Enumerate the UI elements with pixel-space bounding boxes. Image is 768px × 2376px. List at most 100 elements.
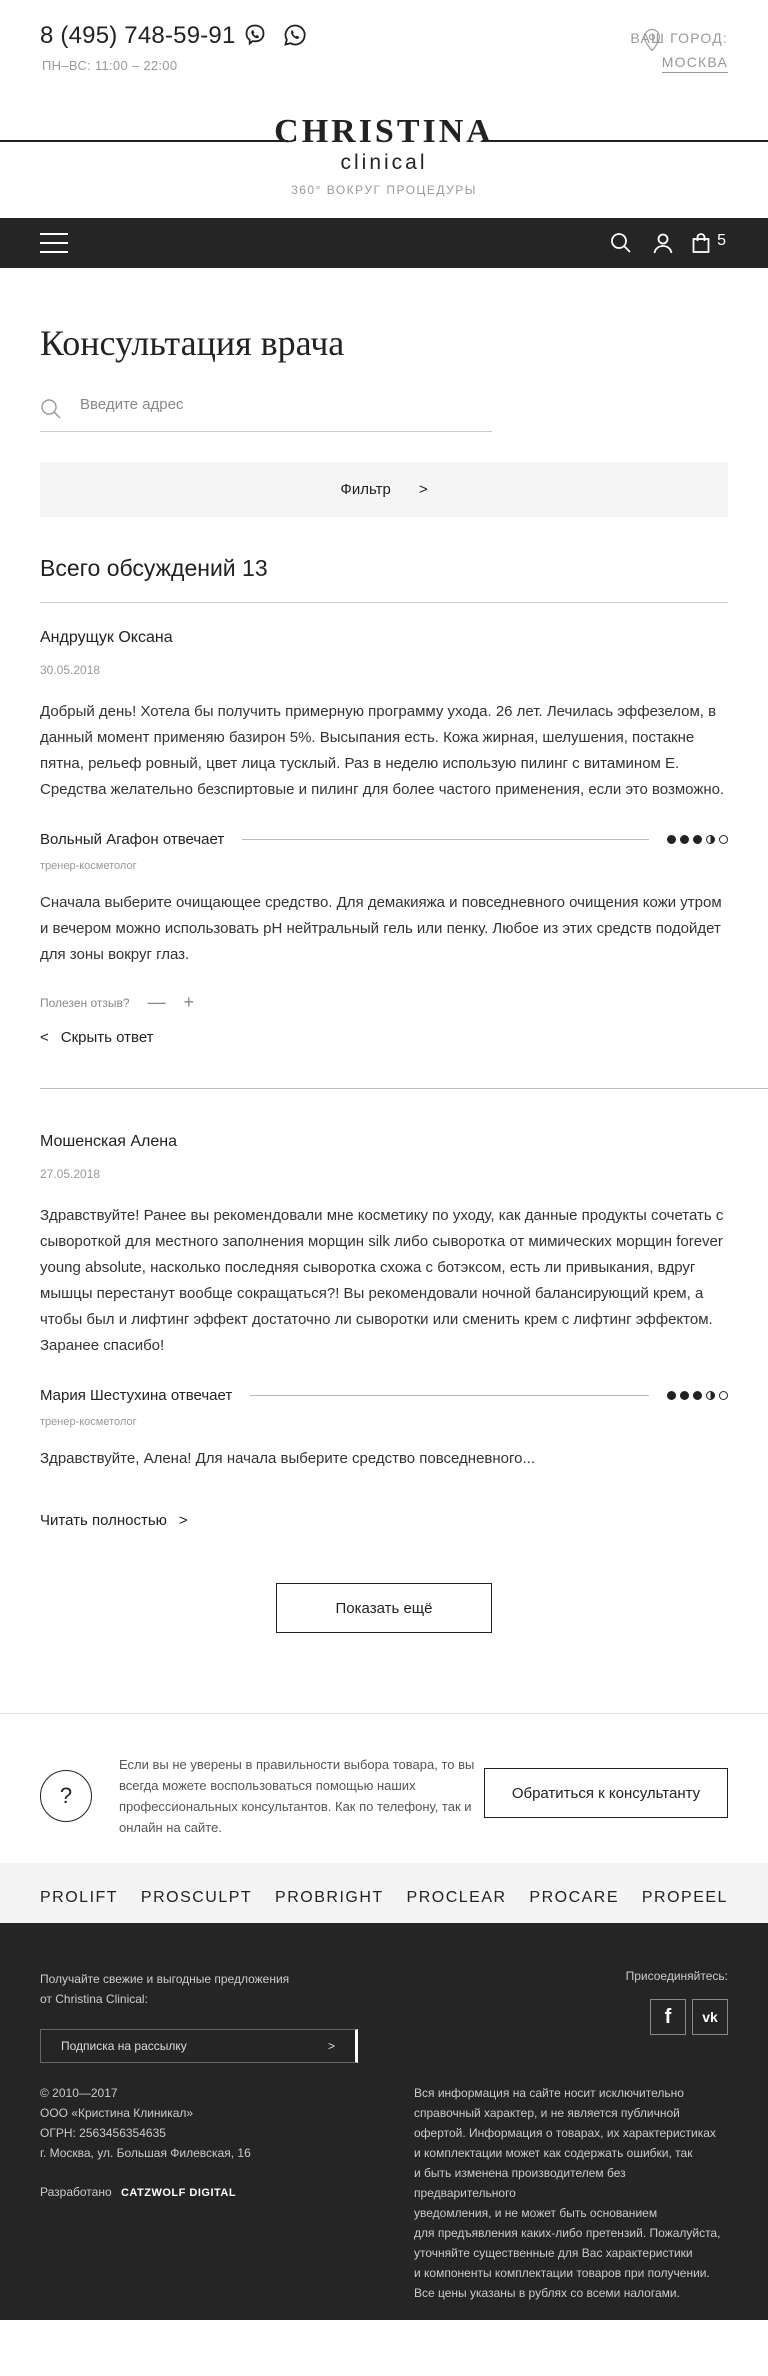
- brand-link[interactable]: PROBRIGHT: [275, 1889, 384, 1907]
- divider: [242, 839, 649, 840]
- read-more-link[interactable]: Читать полностью >: [40, 1512, 728, 1529]
- read-more-label: Читать полностью: [40, 1512, 167, 1529]
- legal-line: для предъявления каких-либо претензий. П…: [414, 2226, 721, 2240]
- search-icon[interactable]: [610, 232, 632, 254]
- rating-dot-full: [693, 1391, 702, 1400]
- whatsapp-icon[interactable]: [283, 23, 307, 47]
- contact-consultant-button[interactable]: Обратиться к консультанту: [484, 1768, 728, 1818]
- site-footer: Получайте свежие и выгодные предложения …: [0, 1923, 768, 2320]
- rating-dot-full: [680, 1391, 689, 1400]
- chevron-right-icon: >: [418, 481, 428, 498]
- hide-answer-label: Скрыть ответ: [60, 1029, 154, 1046]
- phone-number[interactable]: 8 (495) 748-59-91: [40, 22, 236, 50]
- chevron-left-icon: <: [40, 1029, 49, 1046]
- brand-link[interactable]: PROCARE: [529, 1889, 619, 1907]
- logo-tagline: 360° ВОКРУГ ПРОЦЕДУРЫ: [291, 183, 477, 197]
- answerer-role: тренер-косметолог: [40, 860, 137, 872]
- legal-line: Вся информация на сайте носит исключител…: [414, 2086, 684, 2100]
- newsletter-line: от Christina Clinical:: [40, 1992, 148, 2006]
- chevron-right-icon: >: [178, 1512, 188, 1529]
- rating-dot-empty: [719, 1391, 728, 1400]
- question-text: Добрый день! Хотела бы получить примерну…: [40, 703, 725, 798]
- answerer-role: тренер-косметолог: [40, 1416, 137, 1428]
- rating-dot-full: [667, 1391, 676, 1400]
- site-logo[interactable]: CHRISTINA clinical 360° ВОКРУГ ПРОЦЕДУРЫ: [0, 113, 768, 198]
- viber-icon[interactable]: [243, 23, 267, 47]
- cart-count-badge[interactable]: 5: [717, 232, 726, 250]
- legal-line: уточняйте существенные для Вас характери…: [414, 2246, 693, 2260]
- hide-answer-link[interactable]: < Скрыть ответ: [40, 1029, 728, 1046]
- vote-up-button[interactable]: +: [184, 992, 195, 1013]
- company-info: © 2010—2017 ООО «Кристина Клиникал» ОГРН…: [40, 2083, 251, 2163]
- legal-line: справочный характер, и не является публи…: [414, 2106, 680, 2120]
- question-text: Здравствуйте! Ранее вы рекомендовали мне…: [40, 1207, 724, 1354]
- filter-label: Фильтр: [340, 481, 391, 498]
- chevron-right-icon: >: [327, 2039, 335, 2053]
- copyright: © 2010—2017: [40, 2086, 118, 2100]
- company-ogrn: ОГРН: 2563456354635: [40, 2126, 166, 2140]
- address-search-input[interactable]: [80, 396, 480, 413]
- legal-line: Все цены указаны в рублях со всеми налог…: [414, 2286, 680, 2300]
- developer-link[interactable]: CATZWOLF DIGITAL: [121, 2187, 236, 2199]
- page-title: Консультация врача: [40, 323, 345, 363]
- show-more-button[interactable]: Показать ещё: [276, 1583, 492, 1633]
- rating-dot-full: [680, 835, 689, 844]
- rating-dot-empty: [719, 835, 728, 844]
- brand-link[interactable]: PROPEEL: [642, 1889, 728, 1907]
- developer-credit: Разработано CATZWOLF DIGITAL: [40, 2185, 236, 2199]
- show-more-container: Показать ещё: [0, 1583, 768, 1633]
- total-discussions: Всего обсуждений 13: [40, 555, 728, 603]
- menu-icon[interactable]: [40, 233, 68, 253]
- useful-label: Полезен отзыв?: [40, 995, 130, 1010]
- brand-link[interactable]: PROSCULPT: [141, 1889, 252, 1907]
- company-address: г. Москва, ул. Большая Филевская, 16: [40, 2146, 251, 2160]
- developer-label: Разработано: [40, 2185, 112, 2199]
- legal-line: и компоненты комплектации товаров при по…: [414, 2266, 710, 2280]
- newsletter-text: Получайте свежие и выгодные предложения …: [40, 1969, 289, 2009]
- brand-link[interactable]: PROCLEAR: [407, 1889, 507, 1907]
- answer-header: Мария Шестухина отвечает: [40, 1387, 728, 1404]
- divider: [250, 1395, 649, 1396]
- vote-down-button[interactable]: —: [148, 992, 166, 1013]
- subscribe-label: Подписка на рассылку: [61, 2039, 187, 2053]
- legal-line: офертой. Информация о товарах, их характ…: [414, 2126, 716, 2140]
- rating-dot-full: [693, 835, 702, 844]
- facebook-icon[interactable]: f: [650, 1999, 686, 2035]
- brand-link[interactable]: PROLIFT: [40, 1889, 118, 1907]
- main-navbar: 5: [0, 218, 768, 268]
- expert-rating: [667, 1391, 728, 1400]
- filter-button[interactable]: Фильтр >: [40, 462, 728, 517]
- legal-disclaimer: Вся информация на сайте носит исключител…: [414, 2083, 730, 2303]
- brand-lines-nav: PROLIFT PROSCULPT PROBRIGHT PROCLEAR PRO…: [0, 1863, 768, 1923]
- vk-icon[interactable]: vk: [692, 1999, 728, 2035]
- answerer-name: Вольный Агафон отвечает: [40, 831, 225, 848]
- legal-line: и комплектации может как содержать ошибк…: [414, 2146, 693, 2160]
- discussion-item: Мошенская Алена 27.05.2018 Здравствуйте!…: [40, 1088, 768, 1529]
- user-icon[interactable]: [652, 232, 674, 254]
- useful-rating: Полезен отзыв? — +: [40, 992, 728, 1013]
- rating-dot-full: [667, 835, 676, 844]
- topbar: 8 (495) 748-59-91 ПН–ВС: 11:00 – 22:00 В…: [0, 0, 768, 218]
- subscribe-button[interactable]: Подписка на рассылку >: [40, 2029, 358, 2063]
- question-author: Мошенская Алена: [40, 1133, 177, 1150]
- newsletter-line: Получайте свежие и выгодные предложения: [40, 1972, 290, 1986]
- question-author: Андрущук Оксана: [40, 629, 173, 646]
- consultant-banner: ? Если вы не уверены в правильности выбо…: [0, 1713, 768, 1863]
- answer-header: Вольный Агафон отвечает: [40, 831, 728, 848]
- cart-icon[interactable]: [690, 232, 712, 254]
- question-icon: ?: [40, 1770, 92, 1822]
- working-hours: ПН–ВС: 11:00 – 22:00: [42, 58, 178, 73]
- city-link[interactable]: МОСКВА: [661, 54, 728, 73]
- answerer-name: Мария Шестухина отвечает: [40, 1387, 233, 1404]
- question-date: 27.05.2018: [40, 1167, 101, 1181]
- join-label: Присоединяйтесь:: [625, 1969, 728, 1983]
- legal-line: уведомления, и не может быть основанием: [414, 2206, 658, 2220]
- expert-rating: [667, 835, 728, 844]
- legal-line: и быть изменена производителем без предв…: [414, 2166, 626, 2200]
- logo-sub-text: clinical: [340, 151, 428, 174]
- logo-main-text: CHRISTINA: [274, 113, 494, 150]
- main-content: Консультация врача Фильтр > Всего обсужд…: [0, 322, 768, 1633]
- city-label: ВАШ ГОРОД:: [630, 30, 728, 46]
- question-date: 30.05.2018: [40, 663, 101, 677]
- rating-dot-half: [706, 1391, 715, 1400]
